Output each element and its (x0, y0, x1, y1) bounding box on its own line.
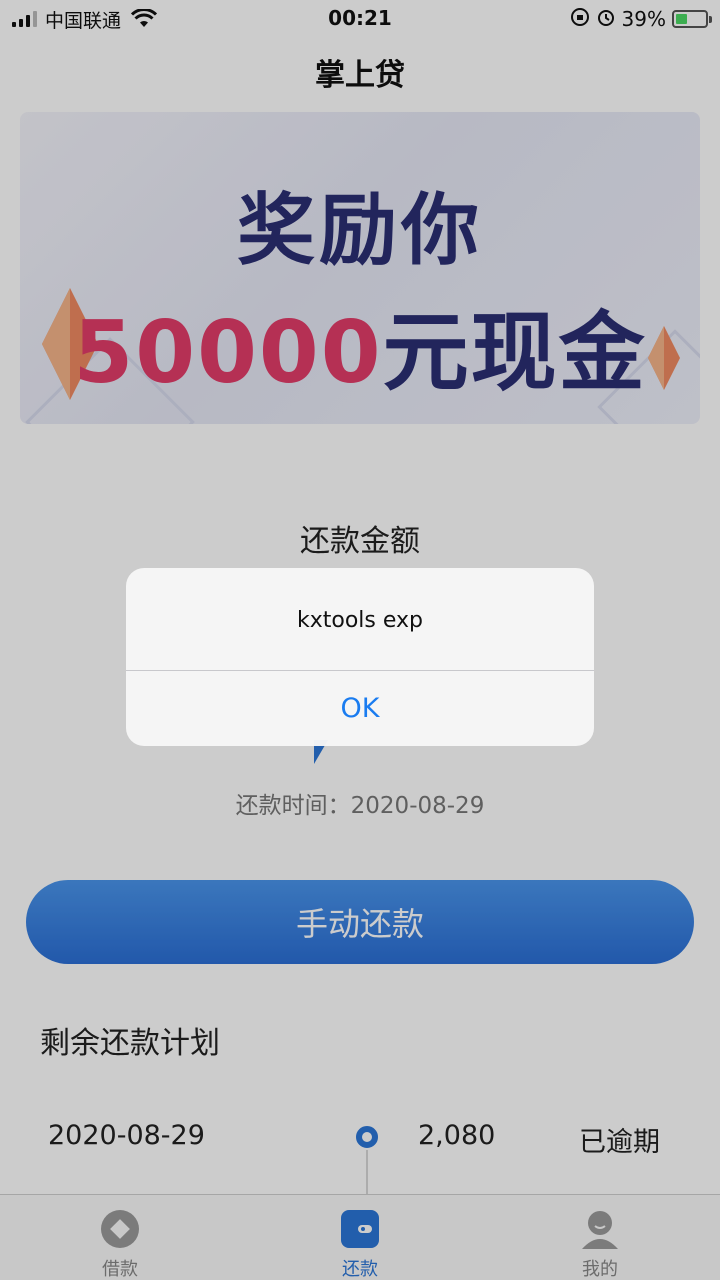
ok-button[interactable]: OK (126, 671, 594, 746)
alert-message: kxtools exp (296, 608, 423, 633)
alert-dialog: kxtools exp OK (126, 568, 594, 746)
